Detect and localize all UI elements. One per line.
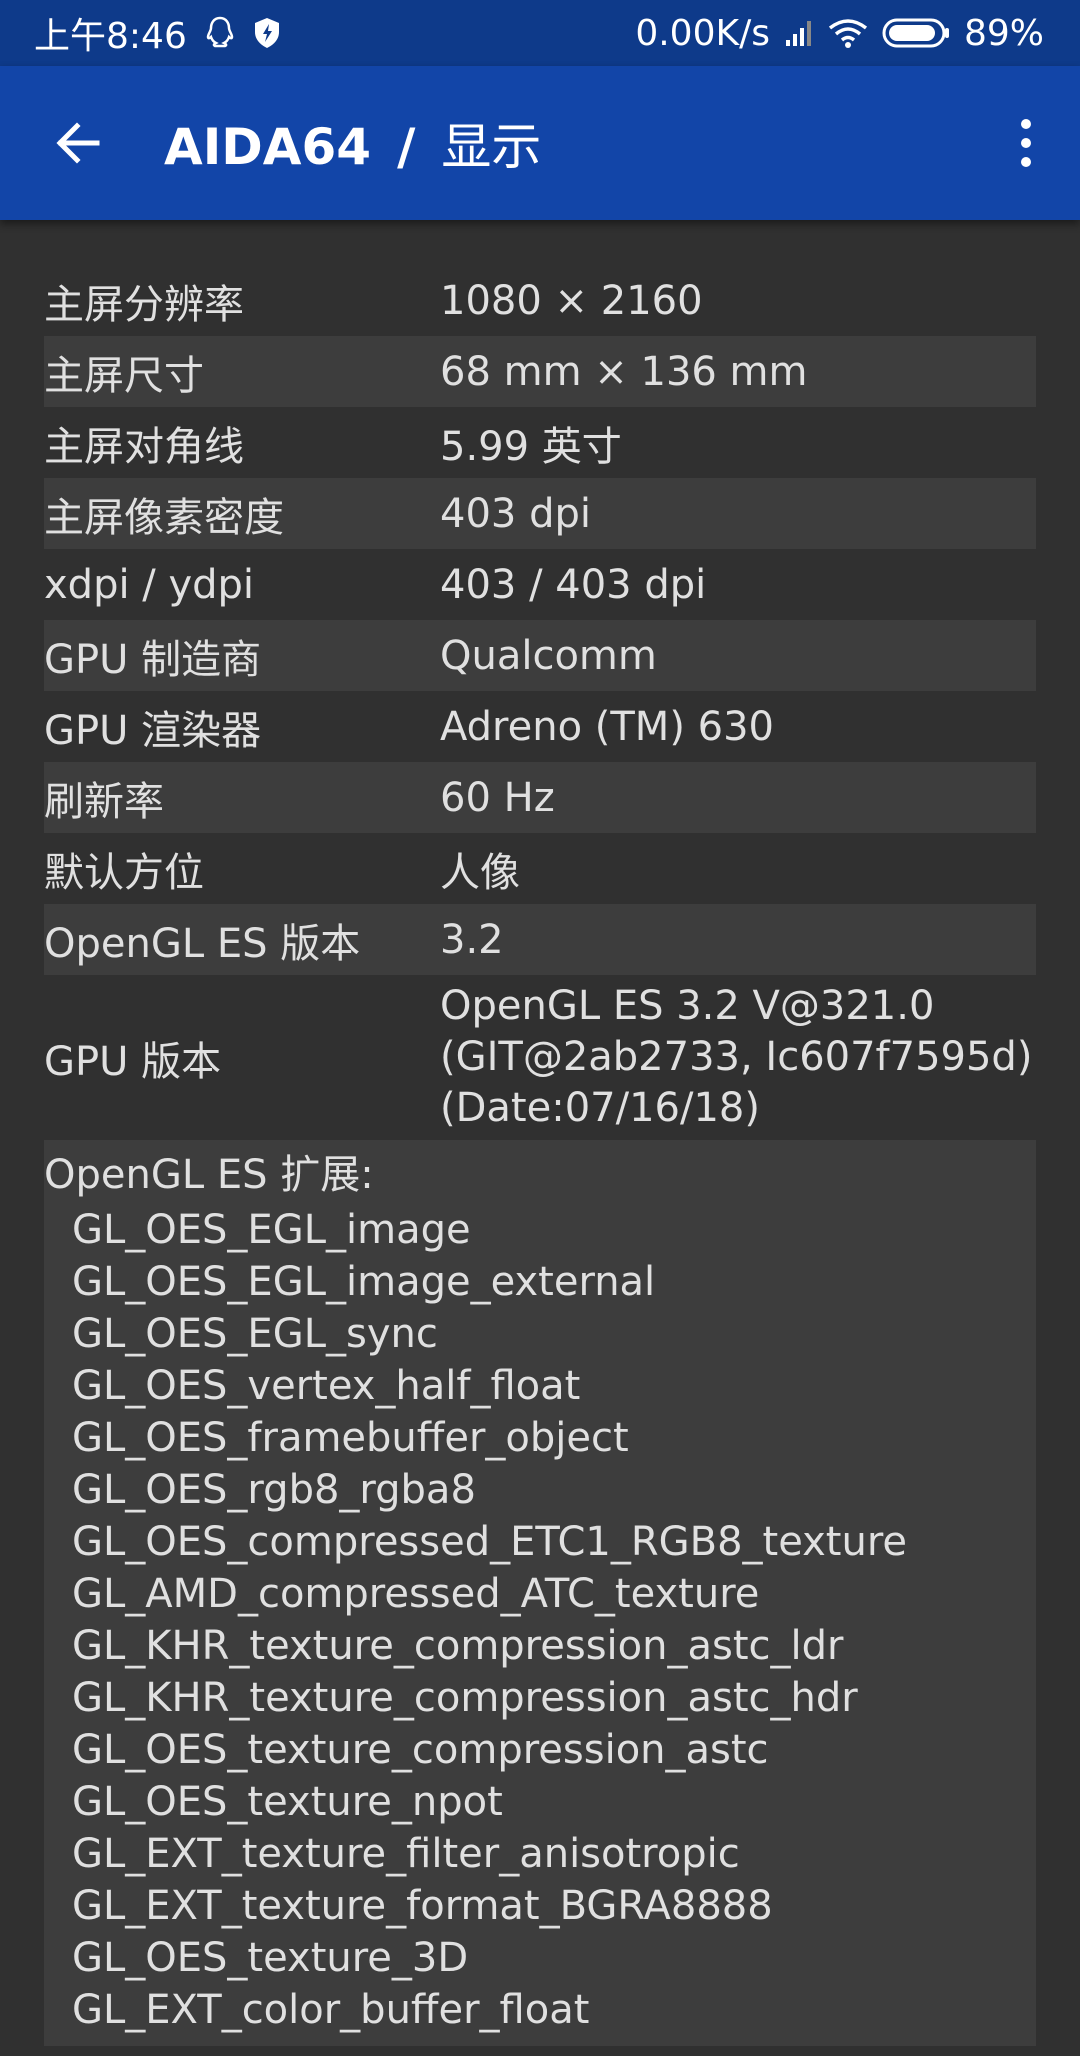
row-value: 68 mm × 136 mm: [440, 348, 808, 395]
extension-item: GL_OES_EGL_image: [72, 1207, 471, 1253]
title-separator: /: [397, 118, 416, 176]
battery-icon: [882, 17, 950, 49]
info-row-xdpi-ydpi: xdpi / ydpi 403 / 403 dpi: [44, 549, 1036, 620]
info-row-orientation: 默认方位 人像: [44, 833, 1036, 904]
row-value: Adreno (TM) 630: [440, 703, 774, 750]
signal-icon: [784, 18, 814, 48]
status-left: 上午8:46: [0, 7, 281, 59]
row-value: Qualcomm: [440, 632, 657, 679]
status-bar: 上午8:46 0.00K/s 89%: [0, 0, 1080, 66]
qq-notification-icon: [205, 16, 235, 50]
gpu-version-line: OpenGL ES 3.2 V@321.0: [440, 983, 935, 1029]
page-title: AIDA64 / 显示: [164, 107, 541, 179]
row-label: GPU 版本: [44, 1038, 222, 1085]
extension-item: GL_OES_compressed_ETC1_RGB8_texture: [72, 1519, 907, 1565]
info-row-size: 主屏尺寸 68 mm × 136 mm: [44, 336, 1036, 407]
info-row-resolution: 主屏分辨率 1080 × 2160: [44, 265, 1036, 336]
info-row-gpu-vendor: GPU 制造商 Qualcomm: [44, 620, 1036, 691]
extension-item: GL_OES_EGL_sync: [72, 1311, 438, 1357]
row-value: 403 dpi: [440, 490, 591, 537]
extension-item: GL_EXT_color_buffer_float: [72, 1987, 590, 2033]
extension-item: GL_KHR_texture_compression_astc_hdr: [72, 1675, 858, 1721]
extension-item: GL_AMD_compressed_ATC_texture: [72, 1571, 760, 1617]
row-label: OpenGL ES 版本: [44, 920, 361, 967]
extension-item: GL_OES_vertex_half_float: [72, 1363, 581, 1409]
row-value: 60 Hz: [440, 774, 555, 821]
network-speed: 0.00K/s: [635, 12, 770, 54]
row-label: GPU 渲染器: [44, 707, 262, 754]
arrow-back-icon: [56, 122, 100, 164]
row-value: 3.2: [440, 916, 504, 963]
app-toolbar: AIDA64 / 显示: [0, 66, 1080, 220]
info-row-diagonal: 主屏对角线 5.99 英寸: [44, 407, 1036, 478]
more-vert-icon: [1021, 119, 1031, 129]
row-label: 主屏对角线: [44, 423, 244, 470]
info-row-opengl-version: OpenGL ES 版本 3.2: [44, 904, 1036, 975]
row-value: 403 / 403 dpi: [440, 561, 707, 608]
row-value: OpenGL ES 3.2 V@321.0 (GIT@2ab2733, Ic60…: [440, 981, 1036, 1134]
row-label: 默认方位: [44, 849, 204, 896]
row-label: 刷新率: [44, 778, 164, 825]
extension-item: GL_OES_texture_npot: [72, 1779, 503, 1825]
battery-percent: 89%: [963, 12, 1044, 54]
section-name: 显示: [441, 118, 542, 176]
extension-item: GL_OES_texture_compression_astc: [72, 1727, 769, 1773]
status-right: 0.00K/s 89%: [635, 13, 1080, 54]
info-row-density: 主屏像素密度 403 dpi: [44, 478, 1036, 549]
row-value: 人像: [440, 849, 520, 896]
back-button[interactable]: [38, 103, 118, 183]
info-row-gpu-version: GPU 版本 OpenGL ES 3.2 V@321.0 (GIT@2ab273…: [44, 975, 1036, 1140]
extensions-title: OpenGL ES 扩展:: [44, 1152, 374, 1198]
extension-item: GL_KHR_texture_compression_astc_ldr: [72, 1623, 844, 1669]
extension-item: GL_EXT_texture_format_BGRA8888: [72, 1883, 773, 1929]
extension-item: GL_OES_rgb8_rgba8: [72, 1467, 476, 1513]
row-label: 主屏尺寸: [44, 352, 204, 399]
app-name: AIDA64: [164, 118, 372, 176]
extension-item: GL_OES_texture_3D: [72, 1935, 469, 1981]
extensions-block: OpenGL ES 扩展: GL_OES_EGL_image GL_OES_EG…: [44, 1140, 1036, 2046]
extension-item: GL_OES_framebuffer_object: [72, 1415, 629, 1461]
display-info-list: 主屏分辨率 1080 × 2160 主屏尺寸 68 mm × 136 mm 主屏…: [44, 265, 1036, 2046]
shield-icon: [253, 17, 281, 49]
extension-item: GL_EXT_texture_filter_anisotropic: [72, 1831, 740, 1877]
info-row-refresh-rate: 刷新率 60 Hz: [44, 762, 1036, 833]
info-row-gpu-renderer: GPU 渲染器 Adreno (TM) 630: [44, 691, 1036, 762]
row-value: 1080 × 2160: [440, 277, 703, 324]
status-time: 上午8:46: [34, 16, 187, 57]
row-label: 主屏像素密度: [44, 494, 284, 541]
row-label: GPU 制造商: [44, 636, 262, 683]
extension-item: GL_OES_EGL_image_external: [72, 1259, 656, 1305]
row-label: 主屏分辨率: [44, 281, 244, 328]
row-label: xdpi / ydpi: [44, 561, 255, 608]
gpu-version-line: (GIT@2ab2733, Ic607f7595d): [440, 1034, 1033, 1080]
overflow-menu-button[interactable]: [1006, 103, 1046, 183]
row-value: 5.99 英寸: [440, 423, 622, 470]
wifi-icon: [828, 18, 868, 48]
gpu-version-line: (Date:07/16/18): [440, 1085, 760, 1131]
